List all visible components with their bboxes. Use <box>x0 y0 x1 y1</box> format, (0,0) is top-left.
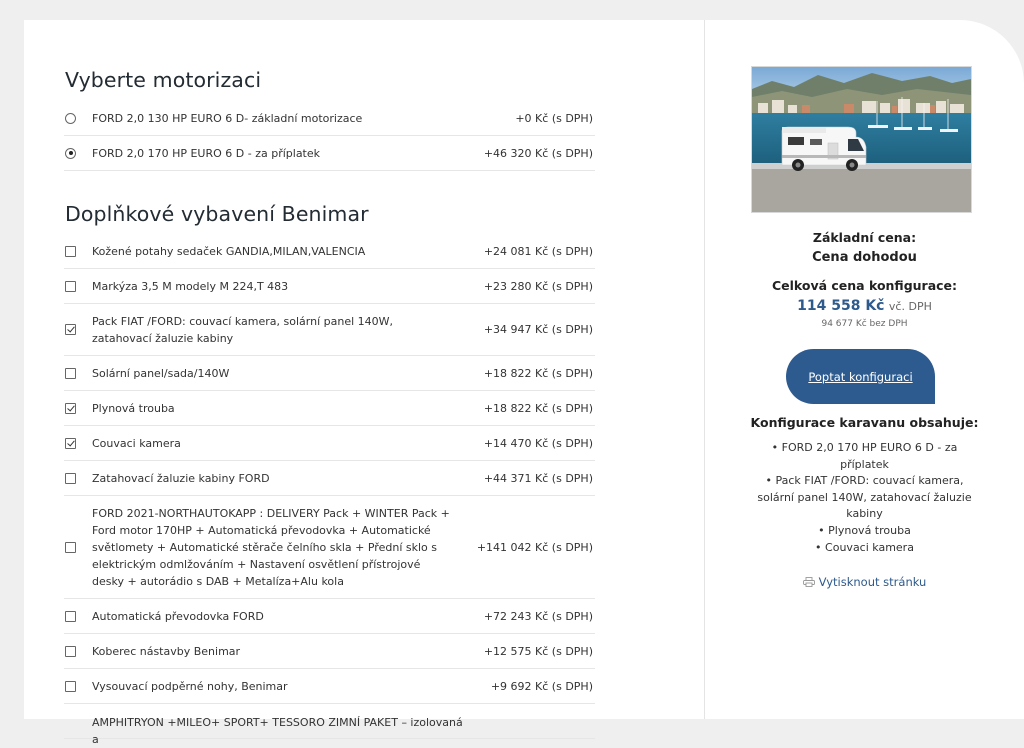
option-name: Koberec nástavby Benimar <box>92 644 241 658</box>
extras-options-list: Kožené potahy sedaček GANDIA,MILAN,VALEN… <box>64 234 595 746</box>
options-column: Vyberte motorizaci FORD 2,0 130 HP EURO … <box>24 20 705 746</box>
extra-option[interactable]: Zatahovací žaluzie kabiny FORD +44 371 K… <box>64 461 595 496</box>
option-name: Vysouvací podpěrné nohy, Benimar <box>92 679 288 693</box>
total-vat-note: vč. DPH <box>888 300 932 313</box>
printer-icon <box>802 576 815 587</box>
engine-section-title: Vyberte motorizaci <box>65 68 262 92</box>
list-item: Pack FIAT /FORD: couvací kamera, solární… <box>755 473 974 523</box>
extra-checkbox[interactable] <box>65 610 76 622</box>
option-price: +34 947 Kč (s DPH) <box>483 323 593 336</box>
option-price: +46 320 Kč (s DPH) <box>483 146 593 160</box>
extra-option[interactable]: Couvaci kamera +14 470 Kč (s DPH) <box>64 426 595 461</box>
list-item: Plynová trouba <box>755 523 974 540</box>
extra-checkbox[interactable] <box>65 437 76 449</box>
option-price: +18 822 Kč (s DPH) <box>483 401 593 415</box>
extra-option[interactable]: Automatická převodovka FORD +72 243 Kč (… <box>64 599 595 634</box>
total-price-label: Celková cena konfigurace: <box>771 278 958 293</box>
print-page-label: Vytisknout stránku <box>818 575 927 589</box>
option-price: +24 081 Kč (s DPH) <box>483 244 593 258</box>
option-price: +141 042 Kč (s DPH) <box>476 540 593 554</box>
extra-checkbox[interactable] <box>65 680 76 692</box>
engine-radio[interactable] <box>65 112 76 124</box>
option-name: Automatická převodovka FORD <box>92 609 264 623</box>
extra-option[interactable]: Vysouvací podpěrné nohy, Benimar +9 692 … <box>64 669 595 704</box>
base-price-label: Základní cena: <box>812 230 917 245</box>
extra-checkbox[interactable] <box>65 645 76 657</box>
option-price: +18 822 Kč (s DPH) <box>483 366 593 380</box>
option-price: +23 280 Kč (s DPH) <box>483 279 593 293</box>
option-name: Solární panel/sada/140W <box>92 366 230 380</box>
option-name: Plynová trouba <box>92 401 175 415</box>
extra-checkbox[interactable] <box>65 280 76 292</box>
extra-option[interactable]: Pack FIAT /FORD: couvací kamera, solární… <box>64 304 595 356</box>
extra-option[interactable]: Markýza 3,5 M modely M 224,T 483 +23 280… <box>64 269 595 304</box>
summary-column: Základní cena: Cena dohodou Celková cena… <box>705 20 1024 719</box>
configuration-contents-title: Konfigurace karavanu obsahuje: <box>750 415 979 430</box>
option-name: Pack FIAT /FORD: couvací kamera, solární… <box>92 314 394 345</box>
engine-option[interactable]: FORD 2,0 130 HP EURO 6 D- základní motor… <box>64 101 595 136</box>
option-name: Couvaci kamera <box>92 436 181 450</box>
option-price: +72 243 Kč (s DPH) <box>483 609 593 623</box>
extra-option[interactable]: AMPHITRYON +MILEO+ SPORT+ TESSORO ZIMNÍ … <box>64 704 595 746</box>
engine-options-list: FORD 2,0 130 HP EURO 6 D- základní motor… <box>64 101 595 171</box>
extra-checkbox[interactable] <box>65 472 76 484</box>
engine-option[interactable]: FORD 2,0 170 HP EURO 6 D - za příplatek … <box>64 136 595 171</box>
extra-checkbox[interactable] <box>65 367 76 379</box>
extra-option[interactable]: FORD 2021-NORTHAUTOKAPP : DELIVERY Pack … <box>64 496 595 599</box>
extras-section-title: Doplňkové vybavení Benimar <box>65 202 369 226</box>
option-name: Kožené potahy sedaček GANDIA,MILAN,VALEN… <box>92 244 366 258</box>
total-price: 114 558 Kč <box>797 298 885 314</box>
net-price: 94 677 Kč bez DPH <box>821 319 908 329</box>
total-price-line: 114 558 Kč vč. DPH <box>705 298 1024 314</box>
option-price: +44 371 Kč (s DPH) <box>483 471 593 485</box>
configurator-panel: Vyberte motorizaci FORD 2,0 130 HP EURO … <box>24 20 1024 746</box>
option-price: +12 575 Kč (s DPH) <box>483 644 593 658</box>
option-price: +14 470 Kč (s DPH) <box>483 436 593 450</box>
extra-checkbox[interactable] <box>65 402 76 414</box>
caravan-photo-image <box>752 67 971 212</box>
extra-checkbox[interactable] <box>65 541 76 553</box>
extra-option[interactable]: Solární panel/sada/140W +18 822 Kč (s DP… <box>64 356 595 391</box>
engine-radio[interactable] <box>65 147 76 159</box>
option-price: +0 Kč (s DPH) <box>515 111 593 125</box>
option-name: FORD 2021-NORTHAUTOKAPP : DELIVERY Pack … <box>92 506 450 588</box>
print-page-link[interactable]: Vytisknout stránku <box>705 575 1024 589</box>
option-price: +9 692 Kč (s DPH) <box>490 679 593 693</box>
option-name: Markýza 3,5 M modely M 224,T 483 <box>92 279 289 293</box>
list-item: FORD 2,0 170 HP EURO 6 D - za příplatek <box>755 440 974 473</box>
request-configuration-button[interactable]: Poptat konfiguraci <box>786 349 935 404</box>
option-name: AMPHITRYON +MILEO+ SPORT+ TESSORO ZIMNÍ … <box>92 716 463 746</box>
extra-option[interactable]: Kožené potahy sedaček GANDIA,MILAN,VALEN… <box>64 234 595 269</box>
option-name: FORD 2,0 130 HP EURO 6 D- základní motor… <box>92 111 363 125</box>
extra-option[interactable]: Koberec nástavby Benimar +12 575 Kč (s D… <box>64 634 595 669</box>
option-name: FORD 2,0 170 HP EURO 6 D - za příplatek <box>92 146 321 160</box>
extra-checkbox[interactable] <box>65 324 76 335</box>
option-name: Zatahovací žaluzie kabiny FORD <box>92 471 270 485</box>
list-item: Couvaci kamera <box>755 540 974 557</box>
configuration-contents-list: FORD 2,0 170 HP EURO 6 D - za příplatek … <box>755 440 974 556</box>
caravan-photo <box>751 66 972 213</box>
extra-option[interactable]: Plynová trouba +18 822 Kč (s DPH) <box>64 391 595 426</box>
extra-checkbox[interactable] <box>65 245 76 257</box>
base-price-value: Cena dohodou <box>812 250 917 265</box>
